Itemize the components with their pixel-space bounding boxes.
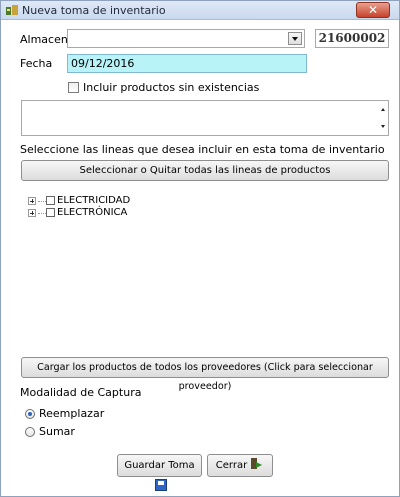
reemplazar-label: Reemplazar (39, 407, 105, 420)
scroll-down-icon[interactable] (381, 125, 385, 128)
include-no-stock-checkbox[interactable] (68, 82, 79, 93)
load-providers-button[interactable]: Cargar los productos de todos los provee… (21, 357, 389, 392)
save-disk-icon (155, 479, 167, 491)
toggle-all-lines-button[interactable]: Seleccionar o Quitar todas las lineas de… (21, 160, 389, 181)
radio-reemplazar[interactable] (25, 409, 35, 419)
expand-icon[interactable] (28, 209, 36, 217)
line-checkbox[interactable] (46, 196, 55, 205)
exit-door-icon (250, 458, 264, 470)
line-label: ELECTRÓNICA (57, 207, 128, 218)
expand-icon[interactable] (28, 197, 36, 205)
toma-code: 21600002 (315, 29, 389, 48)
app-icon (6, 5, 18, 15)
close-label: Cerrar (215, 460, 248, 471)
title-bar[interactable]: Nueva toma de inventario ✕ (1, 1, 399, 20)
scroll-up-icon[interactable] (381, 108, 385, 111)
save-label: Guardar Toma (124, 460, 195, 471)
close-button[interactable]: Cerrar (207, 454, 273, 477)
save-button[interactable]: Guardar Toma (117, 454, 202, 491)
almacen-label: Almacen (20, 33, 68, 46)
inventory-window: Nueva toma de inventario ✕ Almacen 21600… (0, 0, 400, 497)
chevron-down-icon[interactable] (288, 32, 302, 45)
include-no-stock-label: Incluir productos sin existencias (83, 81, 260, 94)
radio-sumar[interactable] (25, 427, 35, 437)
lines-instruction: Seleccione las lineas que desea incluir … (20, 143, 385, 156)
almacen-select[interactable] (67, 29, 305, 48)
close-window-button[interactable]: ✕ (356, 2, 390, 18)
sumar-label: Sumar (39, 425, 75, 438)
capture-mode-title: Modalidad de Captura (20, 386, 142, 399)
window-title: Nueva toma de inventario (22, 4, 166, 17)
notes-memo[interactable] (21, 100, 389, 136)
fecha-field[interactable]: 09/12/2016 (67, 54, 307, 73)
tree-connector (38, 201, 46, 202)
fecha-label: Fecha (20, 57, 53, 70)
tree-connector (38, 213, 46, 214)
line-checkbox[interactable] (46, 208, 55, 217)
line-label: ELECTRICIDAD (57, 195, 131, 206)
